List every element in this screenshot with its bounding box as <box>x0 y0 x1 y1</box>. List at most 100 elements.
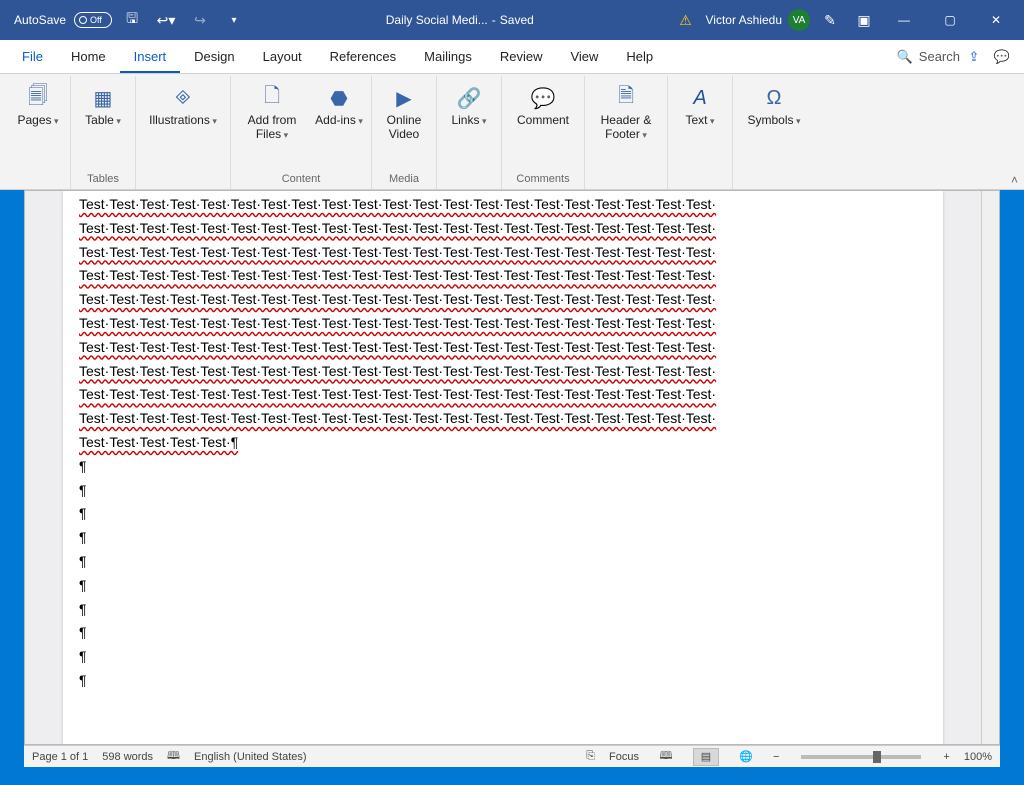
add-from-files-label: Add from Files <box>239 114 305 142</box>
text-line: Test·Test·Test·Test·Test·Test·Test·Test·… <box>79 336 927 360</box>
undo-icon[interactable]: ↩▾ <box>152 6 180 34</box>
body-text[interactable]: Test·Test·Test·Test·Test·Test·Test·Test·… <box>79 191 927 693</box>
focus-label[interactable]: Focus <box>609 751 639 763</box>
pages-label: Pages <box>17 114 58 128</box>
page[interactable]: Test·Test·Test·Test·Test·Test·Test·Test·… <box>63 191 943 744</box>
group-links: 🔗 Links <box>437 76 502 189</box>
share-button[interactable]: ⇪ <box>960 40 988 73</box>
online-video-button[interactable]: ▶ Online Video <box>380 80 428 146</box>
avatar[interactable]: VA <box>788 9 810 31</box>
document-area: Test·Test·Test·Test·Test·Test·Test·Test·… <box>24 190 1000 745</box>
autosave-state: Off <box>90 15 102 25</box>
view-read-button[interactable]: 🕮 <box>653 748 679 766</box>
redo-icon[interactable]: ↪ <box>186 6 214 34</box>
view-print-button[interactable]: ▤ <box>693 748 719 766</box>
document-title: Daily Social Medi... - Saved <box>248 13 671 27</box>
search-box[interactable]: 🔍 Search <box>897 40 960 73</box>
pilcrow: ¶ <box>79 479 927 503</box>
tab-references[interactable]: References <box>316 40 410 73</box>
document-scroll[interactable]: Test·Test·Test·Test·Test·Test·Test·Test·… <box>25 191 981 744</box>
text-line: Test·Test·Test·Test·Test·Test·Test·Test·… <box>79 407 927 431</box>
symbols-icon: Ω <box>758 84 790 112</box>
pages-icon: 🗐 <box>22 84 54 112</box>
ribbon-display-icon[interactable]: ▣ <box>850 6 878 34</box>
coming-soon-icon[interactable]: ✎ <box>816 6 844 34</box>
table-button[interactable]: ▦ Table <box>79 80 127 132</box>
group-label-tables: Tables <box>87 171 119 189</box>
ribbon-tabs: File Home Insert Design Layout Reference… <box>0 40 1024 74</box>
add-from-files-icon: 🗋 <box>256 84 288 112</box>
title-bar: AutoSave Off 🖫 ↩▾ ↪ ▾ Daily Social Medi.… <box>0 0 1024 40</box>
close-button[interactable]: ✕ <box>976 6 1016 34</box>
zoom-slider[interactable] <box>801 755 921 759</box>
online-video-label: Online Video <box>380 114 428 142</box>
tab-mailings[interactable]: Mailings <box>410 40 486 73</box>
tab-layout[interactable]: Layout <box>249 40 316 73</box>
text-line: Test·Test·Test·Test·Test·¶ <box>79 431 927 455</box>
maximize-button[interactable]: ▢ <box>930 6 970 34</box>
group-label-header-footer <box>624 171 627 189</box>
tab-view[interactable]: View <box>556 40 612 73</box>
group-label-illustrations <box>181 171 184 189</box>
proofing-icon[interactable]: 🕮 <box>167 747 180 766</box>
add-from-files-button[interactable]: 🗋 Add from Files <box>239 80 305 146</box>
status-page[interactable]: Page 1 of 1 <box>32 751 88 763</box>
pages-button[interactable]: 🗐 Pages <box>14 80 62 132</box>
customize-qat-icon[interactable]: ▾ <box>220 6 248 34</box>
save-icon[interactable]: 🖫 <box>118 6 146 34</box>
tab-home[interactable]: Home <box>57 40 120 73</box>
links-button[interactable]: 🔗 Links <box>445 80 493 132</box>
zoom-in-button[interactable]: + <box>943 751 949 763</box>
symbols-label: Symbols <box>747 114 800 128</box>
tab-insert[interactable]: Insert <box>120 40 181 73</box>
group-label-text <box>698 171 701 189</box>
focus-icon[interactable]: ⎘ <box>586 750 595 763</box>
text-label: Text <box>685 114 714 128</box>
tab-design[interactable]: Design <box>180 40 248 73</box>
symbols-button[interactable]: Ω Symbols <box>741 80 807 132</box>
quick-access-toolbar: AutoSave Off 🖫 ↩▾ ↪ ▾ <box>8 6 248 34</box>
status-words[interactable]: 598 words <box>102 751 153 763</box>
text-line: Test·Test·Test·Test·Test·Test·Test·Test·… <box>79 264 927 288</box>
text-line: Test·Test·Test·Test·Test·Test·Test·Test·… <box>79 288 927 312</box>
tab-file[interactable]: File <box>8 40 57 73</box>
text-line: Test·Test·Test·Test·Test·Test·Test·Test·… <box>79 383 927 407</box>
pilcrow: ¶ <box>79 526 927 550</box>
addins-button[interactable]: ⬣ Add-ins <box>315 80 363 132</box>
comment-label: Comment <box>517 114 569 128</box>
minimize-button[interactable]: — <box>884 6 924 34</box>
tab-help[interactable]: Help <box>612 40 667 73</box>
pilcrow: ¶ <box>79 645 927 669</box>
group-text: A Text <box>668 76 733 189</box>
illustrations-icon: 🞜 <box>167 84 199 112</box>
comments-pane-button[interactable]: 💬 <box>988 40 1016 73</box>
group-label-pages <box>36 171 39 189</box>
header-footer-button[interactable]: 🗎 Header & Footer <box>593 80 659 146</box>
zoom-value[interactable]: 100% <box>964 751 992 763</box>
group-comments: 💬 Comment Comments <box>502 76 585 189</box>
comment-icon: 💬 <box>527 84 559 112</box>
document-status: Saved <box>500 13 534 27</box>
zoom-out-button[interactable]: − <box>773 751 779 763</box>
illustrations-button[interactable]: 🞜 Illustrations <box>144 80 222 132</box>
ribbon-insert: 🗐 Pages ▦ Table Tables 🞜 Illustrations 🗋 <box>0 74 1024 190</box>
links-icon: 🔗 <box>453 84 485 112</box>
tab-review[interactable]: Review <box>486 40 557 73</box>
group-pages: 🗐 Pages <box>6 76 71 189</box>
addins-icon: ⬣ <box>323 84 355 112</box>
warning-icon[interactable]: ⚠ <box>672 6 700 34</box>
group-label-media: Media <box>389 171 419 189</box>
table-icon: ▦ <box>87 84 119 112</box>
collapse-ribbon-button[interactable]: ˄ <box>1011 173 1018 187</box>
status-language[interactable]: English (United States) <box>194 751 307 763</box>
user-name: Victor Ashiedu <box>706 13 783 27</box>
text-button[interactable]: A Text <box>676 80 724 132</box>
comment-button[interactable]: 💬 Comment <box>510 80 576 132</box>
autosave-toggle[interactable]: Off <box>74 12 112 28</box>
text-line: Test·Test·Test·Test·Test·Test·Test·Test·… <box>79 193 927 217</box>
group-header-footer: 🗎 Header & Footer <box>585 76 668 189</box>
text-icon: A <box>684 84 716 112</box>
view-web-button[interactable]: 🌐 <box>733 748 759 766</box>
vertical-scrollbar[interactable] <box>981 191 999 744</box>
text-line: Test·Test·Test·Test·Test·Test·Test·Test·… <box>79 312 927 336</box>
